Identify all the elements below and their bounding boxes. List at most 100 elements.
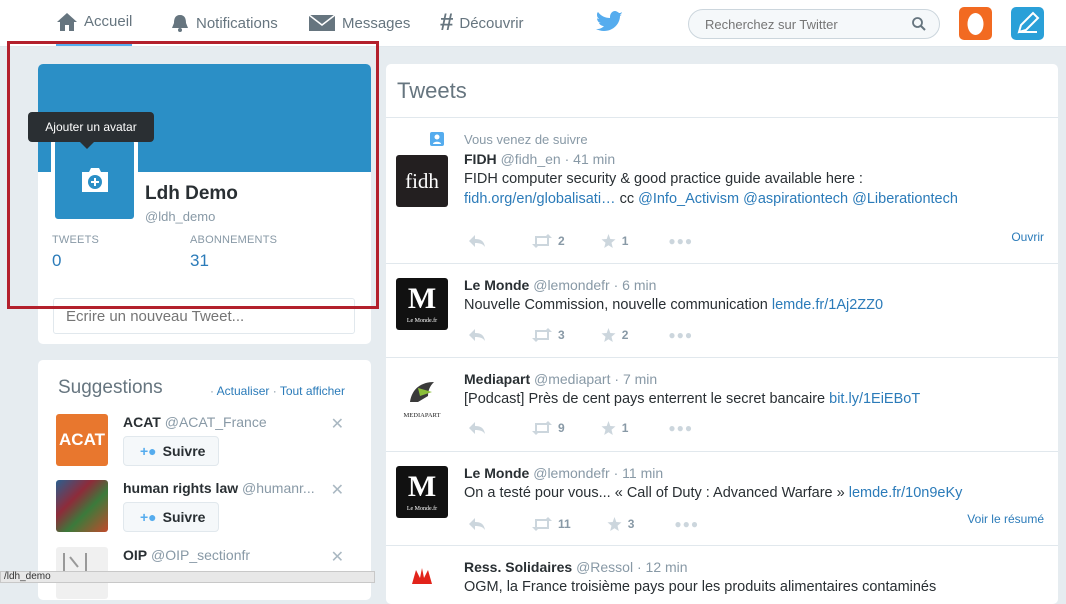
- tweet-avatar[interactable]: M Le Monde.fr: [396, 278, 448, 330]
- tweet-actions: 3 2 ●●●: [468, 327, 693, 343]
- tweet-text-fragment: [Podcast] Près de cent pays enterrent le…: [464, 391, 830, 407]
- tweet-time[interactable]: 41 min: [573, 151, 615, 167]
- suggestion-handle: @ACAT_France: [164, 414, 267, 430]
- dismiss-suggestion-close-icon[interactable]: ✕: [331, 547, 344, 567]
- bell-icon: [172, 15, 188, 32]
- tweet-context: Vous venez de suivre: [464, 132, 588, 147]
- reply-icon[interactable]: [468, 517, 486, 531]
- nav-notifications[interactable]: Notifications: [170, 0, 278, 46]
- reply-icon[interactable]: [468, 234, 486, 248]
- retweet-icon: [532, 517, 552, 531]
- open-tweet-link[interactable]: Ouvrir: [1011, 230, 1044, 244]
- more-options-icon[interactable]: ●●●: [668, 234, 693, 248]
- reply-icon[interactable]: [468, 328, 486, 342]
- tweet-mention[interactable]: @Info_Activism: [638, 191, 739, 207]
- nav-home[interactable]: Accueil: [56, 0, 133, 46]
- search-box[interactable]: [688, 9, 940, 39]
- more-options-icon[interactable]: ●●●: [668, 421, 693, 435]
- tweet[interactable]: Ress. Solidaires @Ressol · 12 min OGM, l…: [386, 545, 1058, 604]
- favorite-button[interactable]: 1: [601, 233, 628, 249]
- tweet-mention[interactable]: @aspirationtech: [743, 191, 848, 207]
- tweet-header: Le Monde @lemondefr · 6 min: [464, 277, 656, 293]
- tweet-author-handle[interactable]: @lemondefr: [533, 277, 609, 293]
- view-summary-link[interactable]: Voir le résumé: [967, 512, 1044, 526]
- tweet-link[interactable]: bit.ly/1EiEBoT: [829, 391, 920, 407]
- suggestion-name[interactable]: human rights law @humanr...: [123, 480, 315, 496]
- tweet-author-name[interactable]: Mediapart: [464, 371, 530, 387]
- tweet-author-name[interactable]: FIDH: [464, 151, 497, 167]
- tweet-author-handle[interactable]: @mediapart: [534, 371, 610, 387]
- tweet-avatar[interactable]: M Le Monde.fr: [396, 466, 448, 518]
- tweet-mention[interactable]: @Liberationtech: [852, 191, 958, 207]
- suggestion-name[interactable]: OIP @OIP_sectionfr: [123, 547, 250, 563]
- search-icon[interactable]: [911, 16, 927, 32]
- suggestion-display-name: human rights law: [123, 480, 239, 496]
- favorite-button[interactable]: 1: [601, 420, 629, 436]
- tweet-text: FIDH computer security & good practice g…: [464, 171, 863, 187]
- tweet-author-handle[interactable]: @Ressol: [576, 559, 633, 575]
- tweet-author-handle[interactable]: @fidh_en: [501, 151, 561, 167]
- tweet[interactable]: MEDIAPART Mediapart @mediapart · 7 min […: [386, 357, 1058, 451]
- suggestion-item: human rights law @humanr... ✕ +● Suivre: [56, 480, 356, 540]
- suggestion-avatar[interactable]: ACAT: [56, 414, 108, 466]
- browser-status-bar: /ldh_demo: [0, 571, 375, 583]
- nav-messages[interactable]: Messages: [308, 0, 410, 46]
- tweet-avatar[interactable]: MEDIAPART: [396, 372, 448, 424]
- tweet-time[interactable]: 6 min: [622, 277, 656, 293]
- suggestion-avatar[interactable]: [56, 480, 108, 532]
- favorite-count: 1: [621, 421, 629, 435]
- tweet-header: Mediapart @mediapart · 7 min: [464, 371, 657, 387]
- tweet-time[interactable]: 12 min: [646, 559, 688, 575]
- add-user-icon: +●: [140, 509, 157, 525]
- follow-button-label: Suivre: [162, 443, 206, 459]
- tweet-link[interactable]: lemde.fr/10n9eKy: [849, 485, 963, 501]
- twitter-bird-icon[interactable]: [596, 11, 624, 35]
- mediapart-logo-text: MEDIAPART: [403, 412, 441, 419]
- tweet-avatar[interactable]: [396, 560, 448, 604]
- more-options-icon[interactable]: ●●●: [668, 328, 693, 342]
- retweet-button[interactable]: 9: [532, 421, 565, 435]
- tweet-author-name[interactable]: Le Monde: [464, 277, 529, 293]
- retweet-count: 11: [558, 517, 571, 531]
- favorite-button[interactable]: 2: [601, 327, 628, 343]
- tweet-avatar[interactable]: fidh: [396, 155, 448, 207]
- follow-button[interactable]: +● Suivre: [123, 502, 219, 532]
- dismiss-suggestion-close-icon[interactable]: ✕: [331, 414, 344, 434]
- compose-tweet-button[interactable]: [1011, 7, 1044, 40]
- retweet-button[interactable]: 3: [532, 328, 565, 342]
- refresh-link[interactable]: Actualiser: [217, 384, 270, 398]
- tweet-author-name[interactable]: Ress. Solidaires: [464, 559, 572, 575]
- search-input[interactable]: [703, 10, 907, 38]
- follow-button-label: Suivre: [162, 509, 206, 525]
- retweet-count: 9: [558, 421, 565, 435]
- tweet-link[interactable]: lemde.fr/1Aj2ZZ0: [772, 297, 883, 313]
- tweet-separator: ·: [633, 559, 646, 575]
- more-options-icon[interactable]: ●●●: [674, 517, 699, 531]
- suggestion-display-name: ACAT: [123, 414, 161, 430]
- view-all-link[interactable]: Tout afficher: [280, 384, 345, 398]
- tweet-link[interactable]: fidh.org/en/globalisati…: [464, 191, 616, 207]
- retweet-button[interactable]: 11: [532, 517, 571, 531]
- suggestion-handle: @OIP_sectionfr: [151, 547, 251, 563]
- follow-button[interactable]: +● Suivre: [123, 436, 219, 466]
- tweet-time[interactable]: 7 min: [623, 371, 657, 387]
- tweet-time[interactable]: 11 min: [622, 465, 663, 481]
- retweet-button[interactable]: 2: [532, 234, 565, 248]
- tweet-separator: ·: [609, 465, 623, 481]
- suggestion-display-name: OIP: [123, 547, 148, 563]
- retweet-icon: [532, 328, 552, 342]
- favorite-button[interactable]: 3: [607, 516, 634, 532]
- suggestion-item: ACAT ACAT @ACAT_France ✕ +● Suivre: [56, 414, 356, 474]
- reply-icon[interactable]: [468, 421, 486, 435]
- nav-messages-label: Messages: [342, 14, 411, 32]
- nav-discover[interactable]: # Découvrir: [440, 0, 524, 46]
- tweet-author-handle[interactable]: @lemondefr: [533, 465, 609, 481]
- tweet-author-name[interactable]: Le Monde: [464, 465, 529, 481]
- tweet[interactable]: Vous venez de suivre fidh FIDH @fidh_en …: [386, 117, 1058, 263]
- dismiss-suggestion-close-icon[interactable]: ✕: [331, 480, 344, 500]
- tweet[interactable]: M Le Monde.fr Le Monde @lemondefr · 11 mi…: [386, 451, 1058, 545]
- suggestions-links: · Actualiser · Tout afficher: [210, 384, 345, 398]
- user-menu-button[interactable]: [959, 7, 992, 40]
- tweet[interactable]: M Le Monde.fr Le Monde @lemondefr · 6 min…: [386, 263, 1058, 357]
- suggestion-name[interactable]: ACAT @ACAT_France: [123, 414, 267, 430]
